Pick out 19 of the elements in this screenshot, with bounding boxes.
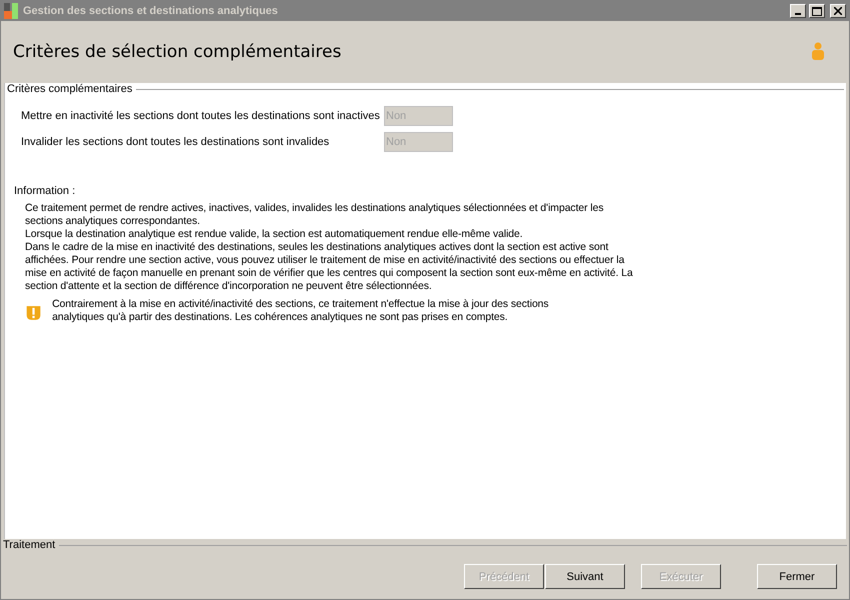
field-label: Mettre en inactivité les sections dont toutes les destinations sont inactives	[21, 110, 381, 122]
maximize-button[interactable]	[809, 4, 825, 18]
info-paragraph: Dans le cadre de la mise en inactivité des destinations, seules les destinations analytiques actives dont la section est active sont affichées. Pour rendre une section active, vous pouvez utiliser le traitement de mise en activité/inactivité des sections ou effectuer la mise en activité de façon manuelle en prenant soin de vérifier que les centres qui composent la section sont eux-même en activité. La section d'attente et la section de différence d'incorporation ne peuvent être sélectionnées.	[25, 241, 634, 293]
info-paragraph: Lorsque la destination analytique est rendue valide, la section est automatiquement rendue elle-même valide.	[25, 228, 524, 241]
footer-button[interactable]: Suivant	[545, 564, 625, 589]
close-button[interactable]	[830, 4, 846, 18]
app-icon	[4, 3, 20, 19]
field-label: Invalider les sections dont toutes les destinations sont invalides	[21, 136, 330, 148]
group-legend: Traitement	[3, 539, 56, 551]
maximize-icon	[812, 6, 822, 16]
page-title: Critères de sélection complémentaires	[13, 42, 342, 62]
section-label: Information :	[14, 185, 76, 197]
close-icon	[834, 7, 842, 15]
group-legend: Critères complémentaires	[7, 83, 132, 95]
footer-button[interactable]: Fermer	[757, 564, 837, 589]
info-paragraph: Ce traitement permet de rendre actives, inactives, valides, invalides les destinations analytiques sélectionnées et d'impacter les sections analytiques correspondantes.	[25, 202, 604, 228]
minimize-button[interactable]	[790, 4, 806, 18]
warning-text: Contrairement à la mise en activité/inactivité des sections, ce traitement n'effectue la mise à jour des sections analytiques qu'à partir des destinations. Les cohérences analytiques ne sont pas prises en comptes.	[52, 298, 550, 324]
window-title: Gestion des sections et destinations analytiques	[23, 5, 279, 17]
